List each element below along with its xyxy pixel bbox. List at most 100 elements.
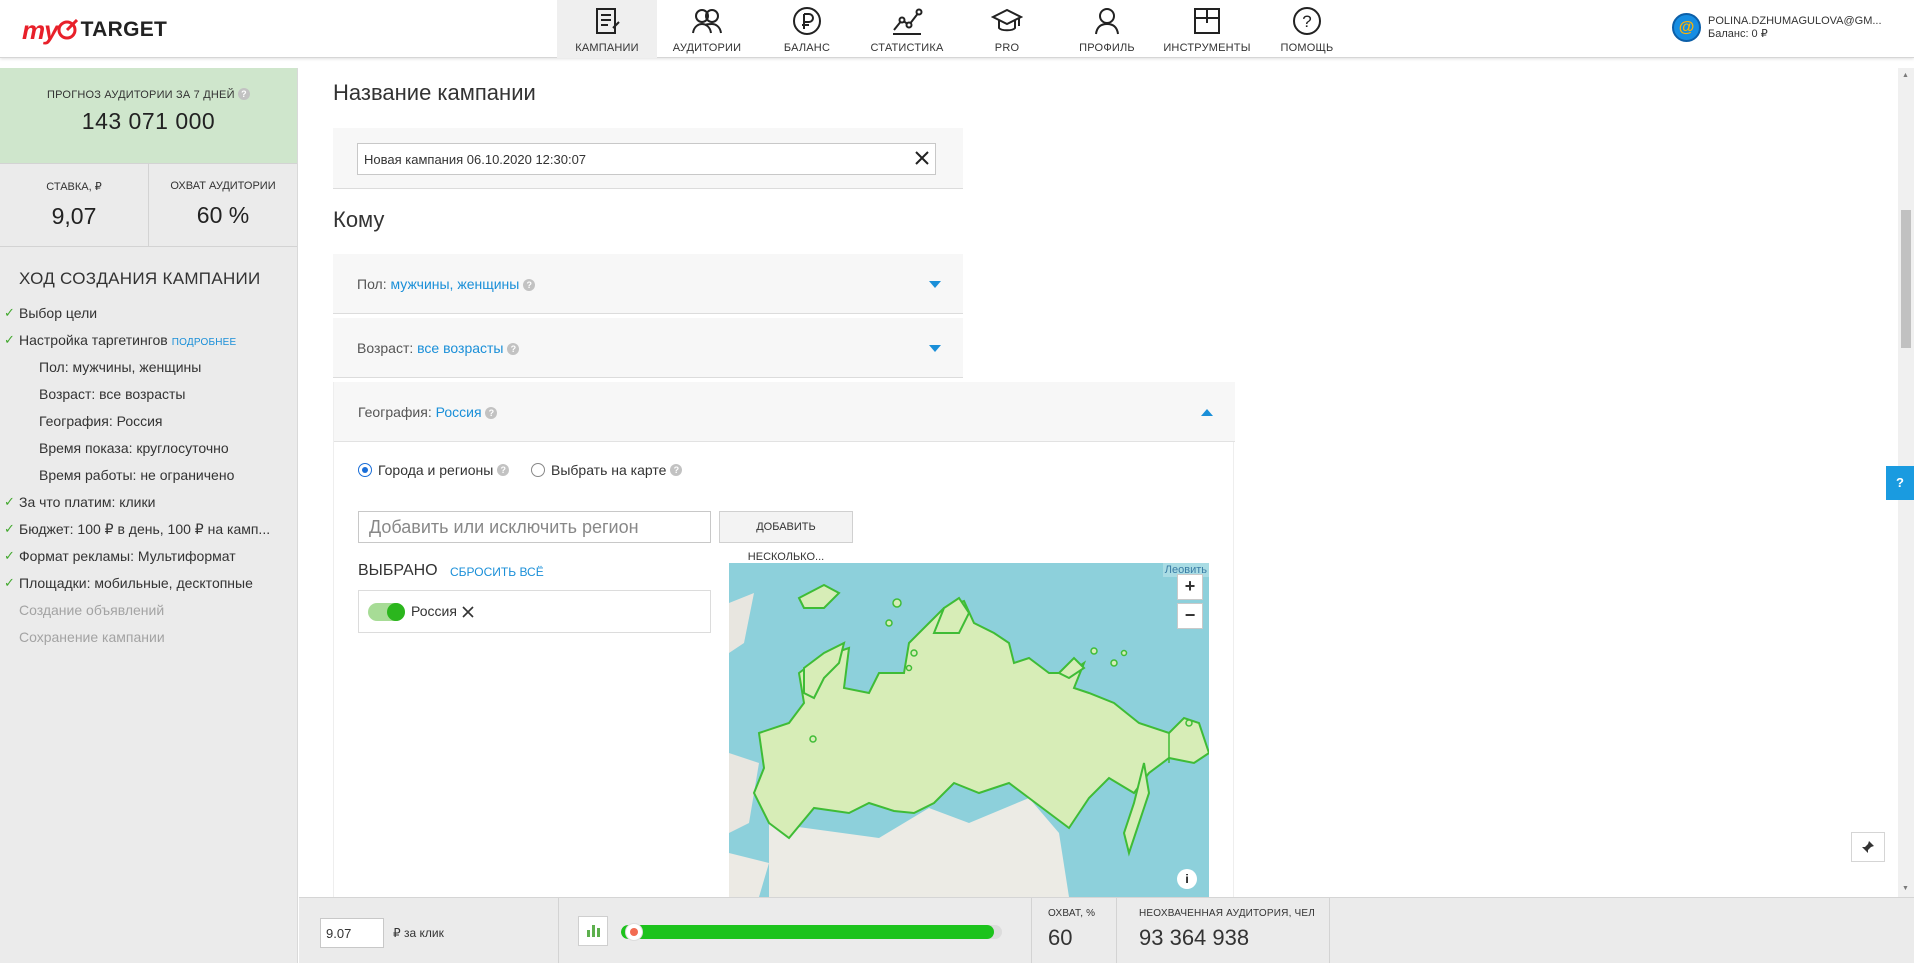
sidebar-stats: СТАВКА, ₽ 9,07 ОХВАТ АУДИТОРИИ 60 % (0, 163, 297, 247)
step-gender[interactable]: Пол: мужчины, женщины (0, 357, 290, 384)
nav-help[interactable]: ? ПОМОЩЬ (1257, 0, 1357, 58)
nav-campaigns[interactable]: КАМПАНИИ (557, 0, 657, 58)
graduation-cap-icon (990, 4, 1024, 38)
campaign-name-title: Название кампании (333, 80, 536, 105)
reset-all-link[interactable]: СБРОСИТЬ ВСЁ (450, 565, 544, 579)
question-icon[interactable]: ? (670, 464, 683, 476)
step-format[interactable]: ✓ Формат рекламы: Мультиформат (0, 546, 290, 573)
bid-stat: СТАВКА, ₽ 9,07 (46, 181, 102, 229)
scroll-thumb[interactable] (1901, 210, 1911, 348)
check-icon: ✓ (4, 332, 15, 347)
logo-target: TARGET (80, 18, 168, 41)
step-save-campaign: Сохранение кампании (19, 629, 165, 645)
step-budget[interactable]: ✓ Бюджет: 100 ₽ в день, 100 ₽ на камп... (0, 519, 290, 546)
more-link[interactable]: ПОДРОБНЕЕ (172, 337, 237, 348)
logo-target-icon (57, 19, 78, 40)
forecast-value: 143 071 000 (81, 108, 216, 134)
selected-list: Россия (358, 590, 711, 633)
user-account[interactable]: @ POLINA.DZHUMAGULOVA@GM... Баланс: 0 ₽ (1672, 13, 1882, 42)
question-icon[interactable]: ? (485, 407, 498, 419)
bid-input[interactable]: 9.07 (320, 918, 384, 948)
geo-value: Россия (435, 404, 482, 420)
check-icon: ✓ (4, 521, 15, 536)
scroll-up-icon[interactable]: ▲ (1902, 72, 1909, 79)
question-icon[interactable]: ? (523, 279, 536, 291)
selected-title: ВЫБРАНО (358, 562, 438, 579)
user-balance: Баланс: 0 ₽ (1708, 27, 1768, 40)
age-value: все возрасты (417, 340, 504, 356)
step-platforms[interactable]: ✓ Площадки: мобильные, десктопные (0, 573, 290, 600)
nav-tools[interactable]: ИНСТРУМЕНТЫ (1157, 0, 1257, 58)
help-icon: ? (1290, 4, 1324, 38)
mytarget-logo[interactable]: my TARGET (22, 12, 167, 48)
bid-slider-track[interactable] (621, 925, 1002, 939)
user-email: POLINA.DZHUMAGULOVA@GM... (1708, 14, 1882, 27)
campaign-name-input[interactable]: Новая кампания 06.10.2020 12:30:07 (357, 143, 936, 175)
zoom-in-button[interactable]: + (1177, 574, 1203, 600)
include-toggle[interactable] (368, 603, 405, 621)
gender-accordion[interactable]: Пол: мужчины, женщины ? (333, 254, 963, 314)
step-geo[interactable]: География: Россия (0, 411, 290, 438)
step-goal[interactable]: ✓ Выбор цели (0, 303, 290, 330)
gender-value: мужчины, женщины (390, 276, 520, 292)
top-header: my TARGET КАМПАНИИ АУДИТОРИИ БАЛАНС СТАТ… (0, 0, 1914, 58)
nav-balance[interactable]: БАЛАНС (757, 0, 857, 58)
reach-stat: ОХВАТ АУДИТОРИИ 60 % (148, 164, 297, 246)
stats-icon (890, 4, 924, 38)
region-search-input[interactable]: Добавить или исключить регион (358, 511, 711, 543)
radio-checked-icon[interactable] (358, 463, 372, 477)
scroll-down-icon[interactable]: ▼ (1902, 885, 1909, 892)
audience-forecast: ПРОГНОЗ АУДИТОРИИ ЗА 7 ДНЕЙ ? 143 071 00… (0, 68, 297, 163)
unreached-audience-stat: НЕОХВАЧЕННАЯ АУДИТОРИЯ, ЧЕЛ 93 364 938 (1139, 908, 1316, 950)
zoom-out-button[interactable]: − (1177, 603, 1203, 629)
step-show-time[interactable]: Время показа: круглосуточно (0, 438, 290, 465)
caret-up-icon[interactable] (1201, 409, 1213, 416)
bid-chart-button[interactable] (578, 916, 608, 946)
bid-unit: ₽ за клик (393, 926, 444, 940)
mail-at-icon: @ (1672, 13, 1701, 42)
pin-button[interactable] (1851, 832, 1885, 862)
remove-region-icon[interactable] (460, 604, 476, 620)
caret-down-icon[interactable] (929, 281, 941, 288)
step-pay-for[interactable]: ✓ За что платим: клики (0, 492, 290, 519)
step-run-time[interactable]: Время работы: не ограничено (0, 465, 290, 492)
add-many-button[interactable]: ДОБАВИТЬ НЕСКОЛЬКО... (719, 511, 853, 563)
age-accordion[interactable]: Возраст: все возрасты ? (333, 318, 963, 378)
check-icon: ✓ (4, 305, 15, 320)
question-icon[interactable]: ? (507, 343, 520, 355)
bid-slider-knob[interactable] (625, 923, 643, 941)
pin-icon (1862, 841, 1874, 853)
nav-profile[interactable]: ПРОФИЛЬ (1057, 0, 1157, 58)
campaigns-icon (590, 4, 624, 38)
ruble-icon (790, 4, 824, 38)
question-icon[interactable]: ? (497, 464, 510, 476)
question-icon[interactable]: ? (237, 88, 250, 100)
nav-statistics[interactable]: СТАТИСТИКА (857, 0, 957, 58)
nav-audiences[interactable]: АУДИТОРИИ (657, 0, 757, 58)
check-icon: ✓ (4, 548, 15, 563)
step-targeting[interactable]: ✓ Настройка таргетингов ПОДРОБНЕЕ (0, 330, 290, 357)
info-icon[interactable]: i (1177, 869, 1197, 889)
radio-unchecked-icon[interactable] (531, 463, 545, 477)
progress-steps: ✓ Выбор цели ✓ Настройка таргетингов ПОДРОБ… (0, 303, 297, 654)
map-canvas (729, 583, 1209, 897)
nav-pro[interactable]: PRO (957, 0, 1057, 58)
clear-name-icon[interactable] (911, 147, 933, 169)
help-tab-button[interactable]: ? (1886, 466, 1914, 500)
svg-text:?: ? (1302, 12, 1311, 31)
caret-down-icon[interactable] (929, 345, 941, 352)
progress-title: ХОД СОЗДАНИЯ КАМПАНИИ (19, 269, 261, 288)
radio-cities[interactable]: Города и регионы ? (358, 462, 510, 478)
radio-map[interactable]: Выбрать на карте ? (531, 462, 683, 478)
geo-section: География: Россия ? Города и регионы ? В… (333, 382, 1235, 897)
tools-icon (1190, 4, 1224, 38)
reach-stat-bottom: ОХВАТ, % 60 (1048, 908, 1096, 950)
campaign-sidebar: ПРОГНОЗ АУДИТОРИИ ЗА 7 ДНЕЙ ? 143 071 00… (0, 68, 298, 963)
geo-accordion-header[interactable]: География: Россия ? (334, 382, 1235, 442)
profile-icon (1090, 4, 1124, 38)
step-age[interactable]: Возраст: все возрасты (0, 384, 290, 411)
region-map[interactable]: Леовить + − i (729, 563, 1209, 897)
logo-my: my (22, 14, 59, 45)
audiences-icon (690, 4, 724, 38)
check-icon: ✓ (4, 494, 15, 509)
